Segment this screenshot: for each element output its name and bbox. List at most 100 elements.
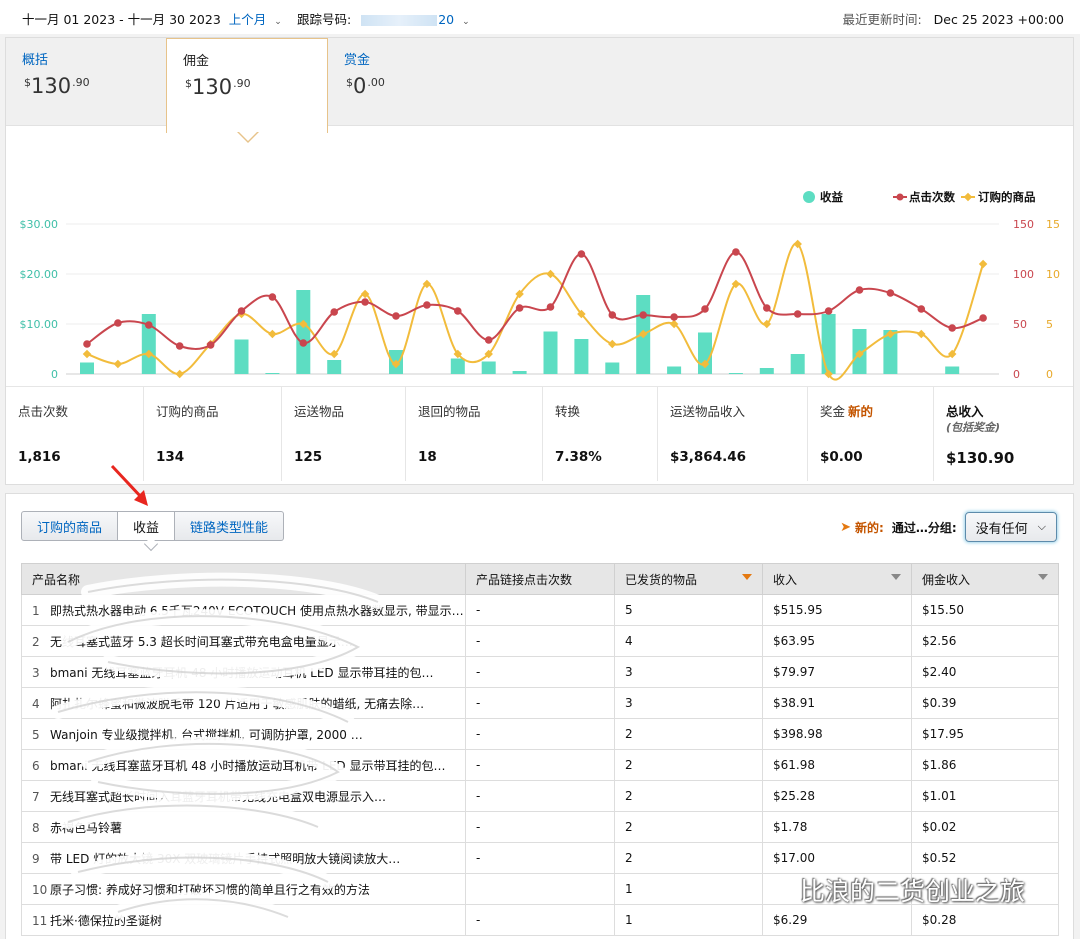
earnings-bar (481, 361, 496, 374)
clicks-point (855, 286, 864, 294)
tab-bounty[interactable]: 赏金 $0.00 (328, 38, 488, 126)
cell-shipped: 1 (614, 904, 763, 936)
tracking-label: 跟踪号码: (297, 12, 352, 27)
cell-clicks (465, 873, 615, 905)
earnings-bar (728, 373, 743, 374)
tracking-id-selector[interactable]: 跟踪号码: 20 ⌄ (297, 9, 470, 28)
tab-commission[interactable]: 佣金 $130.90 (166, 38, 328, 143)
clicks-point (484, 336, 493, 344)
redacted-tracking-id (361, 15, 438, 26)
cell-shipped: 4 (614, 625, 763, 657)
cell-revenue: $17.00 (762, 842, 912, 874)
cell-commission: $2.40 (911, 656, 1059, 688)
group-by-select[interactable]: 没有任何 ⌵ (964, 512, 1057, 542)
last-updated-value: Dec 25 2023 +00:00 (933, 12, 1064, 27)
col-commission-label: 佣金收入 (922, 572, 971, 587)
chevron-down-icon: ⌄ (274, 17, 282, 27)
currency-symbol: $ (24, 76, 31, 89)
cell-clicks: - (465, 904, 615, 936)
clicks-point (608, 311, 617, 319)
clicks-point (361, 298, 369, 306)
legend-clicks-label: 点击次数 (909, 190, 955, 204)
y-left-tick-label: 0 (51, 368, 58, 381)
y-items-tick-label: 5 (1046, 318, 1053, 331)
ordered-items-point (268, 329, 277, 339)
cell-commission: $0.52 (911, 842, 1059, 874)
clicks-point (701, 305, 709, 313)
metric-value: 18 (418, 449, 437, 465)
metric-5: 运送物品收入 $3,864.46 (658, 387, 808, 481)
sort-icon[interactable] (891, 574, 901, 580)
ordered-items-point (978, 259, 988, 269)
date-range-picker[interactable]: 十一月 01 2023 - 十一月 30 2023 上个月 ⌄ (22, 9, 282, 28)
clicks-point (515, 304, 524, 312)
tracking-id-suffix: 20 (438, 12, 455, 27)
sort-desc-icon[interactable] (742, 574, 752, 580)
cell-shipped: 3 (614, 656, 763, 688)
tab-overview[interactable]: 概括 $130.90 (6, 38, 166, 126)
clicks-point (639, 311, 647, 319)
metric-2: 运送物品 125 (282, 387, 406, 481)
cell-commission: $0.39 (911, 687, 1059, 719)
cell-shipped: 2 (614, 749, 763, 781)
clicks-point (454, 307, 462, 315)
cell-revenue: $63.95 (762, 625, 912, 657)
report-header-bar: 十一月 01 2023 - 十一月 30 2023 上个月 ⌄ 跟踪号码: 20… (0, 0, 1080, 34)
annotation-arrow-icon (110, 464, 148, 506)
col-revenue[interactable]: 收入 (762, 563, 912, 595)
report-tabs: 订购的商品 收益 链路类型性能 (21, 511, 285, 541)
wechat-icon (763, 879, 794, 900)
cell-revenue: $61.98 (762, 749, 912, 781)
cell-clicks: - (465, 656, 615, 688)
cell-revenue: $79.97 (762, 656, 912, 688)
metric-value: $130.90 (946, 449, 1015, 467)
clicks-point (299, 339, 308, 347)
metric-sublabel: (包括奖金) (946, 421, 1001, 434)
y-left-tick-label: $20.00 (20, 268, 59, 281)
col-commission[interactable]: 佣金收入 (911, 563, 1059, 595)
last-updated: 最近更新时间: Dec 25 2023 +00:00 (842, 9, 1064, 28)
group-by-selected: 没有任何 (975, 521, 1028, 537)
earnings-bar (512, 371, 527, 374)
ordered-items-point (546, 269, 555, 279)
redaction-scribble (51, 572, 385, 924)
metric-label: 总收入 (946, 401, 984, 420)
cell-commission: $15.50 (911, 594, 1059, 626)
currency-symbol: $ (185, 77, 192, 90)
cell-shipped: 2 (614, 811, 763, 843)
metric-1: 订购的商品 134 (144, 387, 282, 481)
y-clicks-tick-label: 150 (1013, 218, 1034, 231)
clicks-point (763, 304, 771, 312)
metric-label: 奖金 新的 (820, 401, 873, 420)
ordered-items-point (113, 359, 123, 369)
metric-3: 退回的物品 18 (406, 387, 543, 481)
col-link-clicks[interactable]: 产品链接点击次数 (465, 563, 615, 595)
clicks-line (86, 250, 984, 350)
ordered-items-line (86, 242, 985, 381)
y-items-tick-label: 0 (1046, 368, 1053, 381)
earnings-bar (296, 290, 311, 374)
sort-icon[interactable] (1038, 574, 1048, 580)
tab-earnings[interactable]: 收益 (118, 511, 176, 541)
tab-bounty-amount: $0.00 (346, 74, 385, 98)
earnings-bar (265, 373, 280, 374)
metric-4: 转换 7.38% (543, 387, 658, 481)
group-by-label: 通过…分组: (891, 520, 957, 535)
col-shipped-items-label: 已发货的物品 (625, 572, 698, 587)
col-shipped-items[interactable]: 已发货的物品 (614, 563, 763, 595)
tab-link-type[interactable]: 链路类型性能 (175, 511, 285, 541)
clicks-point (886, 289, 895, 297)
cell-commission: $0.02 (911, 811, 1059, 843)
clicks-point (206, 341, 215, 349)
clicks-point (330, 308, 339, 316)
cell-clicks: - (465, 687, 615, 719)
tab-ordered-items[interactable]: 订购的商品 (21, 511, 119, 541)
metric-label-text: 运送物品 (294, 404, 345, 419)
legend-clicks-swatch (896, 193, 904, 201)
rocket-icon: ➤ (840, 519, 852, 535)
period-link[interactable]: 上个月 (229, 12, 267, 27)
cell-revenue: $38.91 (762, 687, 912, 719)
amount-cents: .90 (233, 77, 251, 90)
cell-revenue: $398.98 (762, 718, 912, 750)
clicks-point (824, 307, 833, 315)
